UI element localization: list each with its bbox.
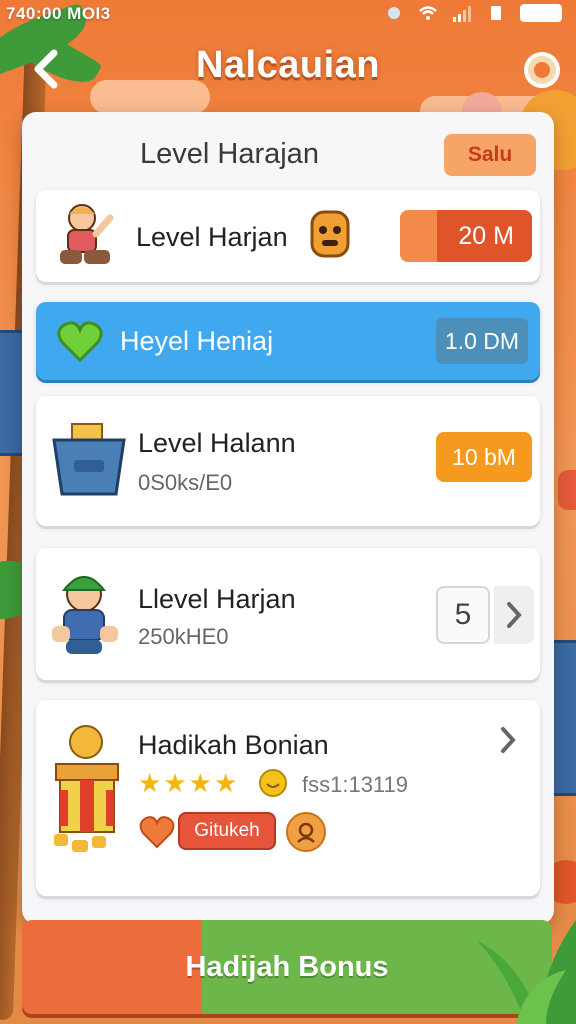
heart-icon bbox=[57, 321, 103, 363]
heart-icon bbox=[139, 816, 175, 849]
claim-button[interactable]: Gitukeh bbox=[178, 812, 276, 850]
star-rating: ★ ★ ★ ★ bbox=[138, 770, 237, 796]
list-item-level-harjan[interactable]: Level Harjan 20 M bbox=[36, 190, 540, 282]
row-title: Level Halann bbox=[138, 428, 296, 458]
star-icon: ★ bbox=[138, 768, 162, 798]
profile-button[interactable] bbox=[286, 812, 326, 852]
main-panel: Level Harajan Salu Level Harjan 20 M Hey… bbox=[22, 112, 554, 924]
list-item-level-halann[interactable]: Level Halann 0S0ks/E0 10 bM bbox=[36, 396, 540, 526]
row-title: Level Harjan bbox=[136, 222, 288, 252]
signal-icon bbox=[453, 6, 471, 22]
status-bar: 740:00 MOI3 bbox=[0, 0, 576, 30]
panel-title: Level Harajan bbox=[140, 138, 319, 170]
row-subtitle: 0S0ks/E0 bbox=[138, 470, 233, 495]
chevron-right-icon bbox=[501, 727, 516, 753]
red-object bbox=[558, 470, 576, 510]
sim-icon bbox=[491, 6, 501, 20]
amount-badge: 1.0 DM bbox=[436, 318, 528, 364]
coin-icon bbox=[259, 769, 287, 797]
list-item-llevel-harjan[interactable]: Llevel Harjan 250kHE0 5 bbox=[36, 548, 540, 680]
kid-avatar-icon bbox=[60, 204, 114, 264]
amount-badge: 20 M bbox=[400, 210, 532, 262]
gift-box-icon bbox=[54, 725, 119, 852]
settings-button[interactable] bbox=[514, 42, 570, 98]
plant-icon bbox=[476, 920, 576, 1024]
amount-badge: 10 bM bbox=[436, 432, 532, 482]
row-subtitle: 250kHE0 bbox=[138, 624, 229, 649]
panel-chip-button[interactable]: Salu bbox=[444, 134, 536, 176]
avatar-icon bbox=[297, 822, 315, 843]
row-title: Hadikah Bonian bbox=[138, 730, 329, 760]
wifi-icon bbox=[419, 6, 437, 20]
star-icon: ★ bbox=[188, 768, 212, 798]
row-title: Llevel Harjan bbox=[138, 584, 296, 614]
row-title: Heyel Heniaj bbox=[120, 326, 274, 356]
status-time: 740:00 MOI3 bbox=[6, 4, 111, 23]
status-icons bbox=[384, 4, 562, 22]
star-icon: ★ bbox=[163, 768, 187, 798]
worker-avatar-icon bbox=[52, 576, 118, 654]
star-icon: ★ bbox=[213, 768, 238, 798]
list-item-heyel-heniaj[interactable]: Heyel Heniaj 1.0 DM bbox=[36, 302, 540, 380]
location-icon bbox=[388, 7, 400, 19]
basket-icon bbox=[52, 423, 126, 496]
row-chevron-button[interactable] bbox=[490, 722, 526, 758]
battery-icon bbox=[520, 4, 562, 22]
toast-character-icon bbox=[310, 210, 350, 258]
chevron-right-icon bbox=[507, 602, 522, 628]
row-chevron-button[interactable] bbox=[494, 586, 534, 644]
level-indicator: 5 bbox=[436, 586, 490, 644]
gear-icon bbox=[524, 52, 560, 88]
page-title: Nalcauian bbox=[195, 44, 381, 86]
timer-text: fss1:13119 bbox=[302, 772, 409, 797]
list-item-hadikah-bonian[interactable]: Hadikah Bonian ★ ★ ★ ★ fss1:13119 Gitukeh bbox=[36, 700, 540, 896]
